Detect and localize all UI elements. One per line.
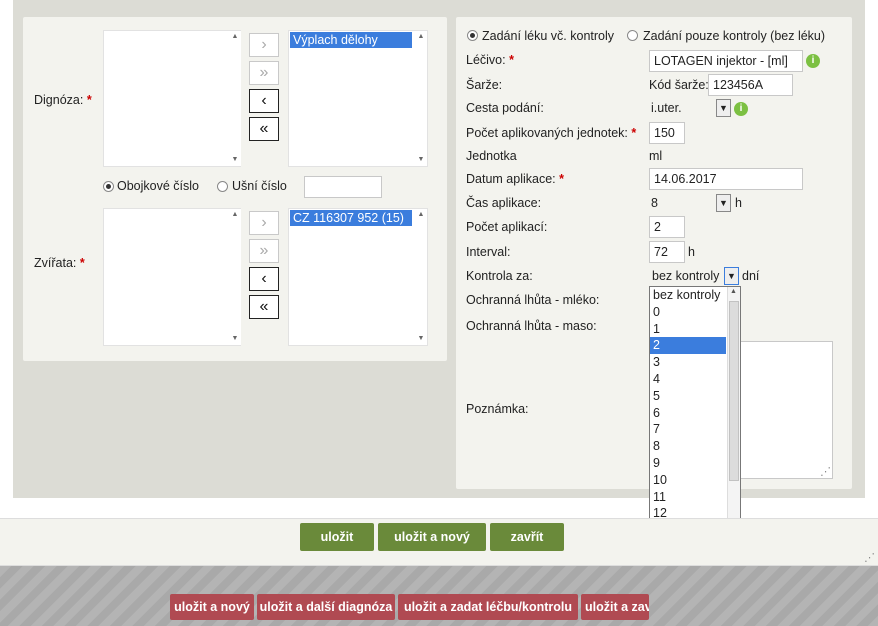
batch-label: Šarže: <box>466 78 503 92</box>
date-label: Datum aplikace: * <box>466 172 564 186</box>
milk-withdrawal-label: Ochranná lhůta - mléko: <box>466 293 600 307</box>
scroll-down-icon[interactable]: ▼ <box>415 154 427 166</box>
animals-available-list[interactable] <box>103 208 241 346</box>
time-select-value[interactable]: 8 <box>651 196 658 210</box>
date-input[interactable]: 14.06.2017 <box>649 168 803 190</box>
scroll-down-icon[interactable]: ▼ <box>229 154 241 166</box>
interval-input[interactable]: 72 <box>649 241 685 263</box>
route-select-value[interactable]: i.uter. <box>651 101 682 115</box>
ear-number-label[interactable]: Ušní číslo <box>232 179 287 193</box>
move-all-right-button[interactable]: » <box>249 239 279 263</box>
dropdown-option[interactable]: bez kontroly <box>650 287 726 304</box>
scroll-up-icon[interactable]: ▲ <box>730 288 737 295</box>
diagnosis-selected-list[interactable]: Výplach dělohy <box>288 30 428 167</box>
scroll-up-icon[interactable]: ▲ <box>415 31 427 43</box>
scroll-up-icon[interactable]: ▲ <box>229 31 241 43</box>
list-item[interactable]: CZ 116307 952 (15) <box>290 210 412 226</box>
meat-withdrawal-label: Ochranná lhůta - maso: <box>466 319 597 333</box>
dropdown-option[interactable]: 3 <box>650 354 726 371</box>
info-icon[interactable]: i <box>734 102 748 116</box>
bg-save-next-diagnosis-button[interactable]: uložit a další diagnóza <box>257 594 395 620</box>
move-all-left-button[interactable]: « <box>249 117 279 141</box>
scroll-down-icon[interactable]: ▼ <box>415 333 427 345</box>
diagnosis-available-list[interactable] <box>103 30 241 167</box>
drug-label: Léčivo: * <box>466 53 514 67</box>
scroll-up-icon[interactable]: ▲ <box>229 209 241 221</box>
bg-save-more-button[interactable]: uložit a zav <box>581 594 649 620</box>
bg-save-new-button[interactable]: uložit a nový <box>170 594 254 620</box>
chevron-down-icon: ▼ <box>719 198 728 208</box>
scroll-down-icon[interactable]: ▼ <box>229 333 241 345</box>
animals-selected-list[interactable]: CZ 116307 952 (15) <box>288 208 428 346</box>
batch-code-input[interactable]: 123456A <box>708 74 793 96</box>
scrollbar-thumb[interactable] <box>729 301 739 481</box>
scroll-up-icon[interactable]: ▲ <box>415 209 427 221</box>
route-dropdown-button[interactable]: ▼ <box>716 99 731 117</box>
mode-drug-radio[interactable] <box>467 30 478 41</box>
collar-number-radio[interactable] <box>103 181 114 192</box>
save-button[interactable]: uložit <box>300 523 374 551</box>
control-label: Kontrola za: <box>466 269 533 283</box>
bg-save-treatment-button[interactable]: uložit a zadat léčbu/kontrolu <box>398 594 578 620</box>
applications-label: Počet aplikací: <box>466 220 548 234</box>
dropdown-option[interactable]: 9 <box>650 455 726 472</box>
resize-grip-icon[interactable]: ⋰ <box>820 465 831 478</box>
move-right-button[interactable]: › <box>249 33 279 57</box>
control-dropdown-button[interactable]: ▼ <box>724 267 739 285</box>
id-number-input[interactable] <box>304 176 382 198</box>
diagnosis-selected-scrollbar[interactable]: ▲ ▼ <box>415 31 427 166</box>
time-dropdown-button[interactable]: ▼ <box>716 194 731 212</box>
control-unit: dní <box>742 269 760 283</box>
move-all-right-button[interactable]: » <box>249 61 279 85</box>
mode-control-label[interactable]: Zadání pouze kontroly (bez léku) <box>643 29 825 43</box>
interval-label: Interval: <box>466 245 511 259</box>
resize-grip-icon[interactable]: ⋰ <box>864 551 875 564</box>
dropdown-option[interactable]: 4 <box>650 371 726 388</box>
applications-input[interactable]: 2 <box>649 216 685 238</box>
mode-drug-label[interactable]: Zadání léku vč. kontroly <box>482 29 614 43</box>
dropdown-option[interactable]: 2 <box>650 337 726 355</box>
interval-unit: h <box>688 245 695 259</box>
list-item[interactable]: Výplach dělohy <box>290 32 412 48</box>
time-label: Čas aplikace: <box>466 196 542 210</box>
move-left-button[interactable]: ‹ <box>249 89 279 113</box>
dropdown-option[interactable]: 1 <box>650 321 726 338</box>
close-button[interactable]: zavřít <box>490 523 564 551</box>
dropdown-option[interactable]: 8 <box>650 438 726 455</box>
move-left-button[interactable]: ‹ <box>249 267 279 291</box>
time-unit: h <box>735 196 742 210</box>
ear-number-radio[interactable] <box>217 181 228 192</box>
dropdown-option[interactable]: 11 <box>650 489 726 506</box>
dropdown-option[interactable]: 10 <box>650 472 726 489</box>
diagnosis-label: Dignóza: * <box>34 93 92 107</box>
chevron-down-icon: ▼ <box>719 103 728 113</box>
units-count-label: Počet aplikovaných jednotek: * <box>466 126 637 140</box>
chevron-down-icon: ▼ <box>727 271 736 281</box>
dropdown-option[interactable]: 5 <box>650 388 726 405</box>
collar-number-label[interactable]: Obojkové číslo <box>117 179 199 193</box>
note-label: Poznámka: <box>466 402 529 416</box>
batch-code-label: Kód šarže: <box>649 78 709 92</box>
move-all-left-button[interactable]: « <box>249 295 279 319</box>
route-label: Cesta podání: <box>466 101 544 115</box>
dropdown-option[interactable]: 7 <box>650 421 726 438</box>
units-count-input[interactable]: 150 <box>649 122 685 144</box>
animals-available-scrollbar[interactable]: ▲ ▼ <box>229 209 241 345</box>
info-icon[interactable]: i <box>806 54 820 68</box>
mode-control-radio[interactable] <box>627 30 638 41</box>
save-and-new-button[interactable]: uložit a nový <box>378 523 486 551</box>
dropdown-option[interactable]: 6 <box>650 405 726 422</box>
animals-selected-scrollbar[interactable]: ▲ ▼ <box>415 209 427 345</box>
diagnosis-available-scrollbar[interactable]: ▲ ▼ <box>229 31 241 166</box>
unit-label: Jednotka <box>466 149 517 163</box>
unit-value: ml <box>649 149 663 163</box>
animals-label: Zvířata: * <box>34 256 85 270</box>
control-select-value[interactable]: bez kontroly <box>652 269 719 283</box>
move-right-button[interactable]: › <box>249 211 279 235</box>
dropdown-option[interactable]: 0 <box>650 304 726 321</box>
drug-input[interactable]: LOTAGEN injektor - [ml] <box>649 50 803 72</box>
